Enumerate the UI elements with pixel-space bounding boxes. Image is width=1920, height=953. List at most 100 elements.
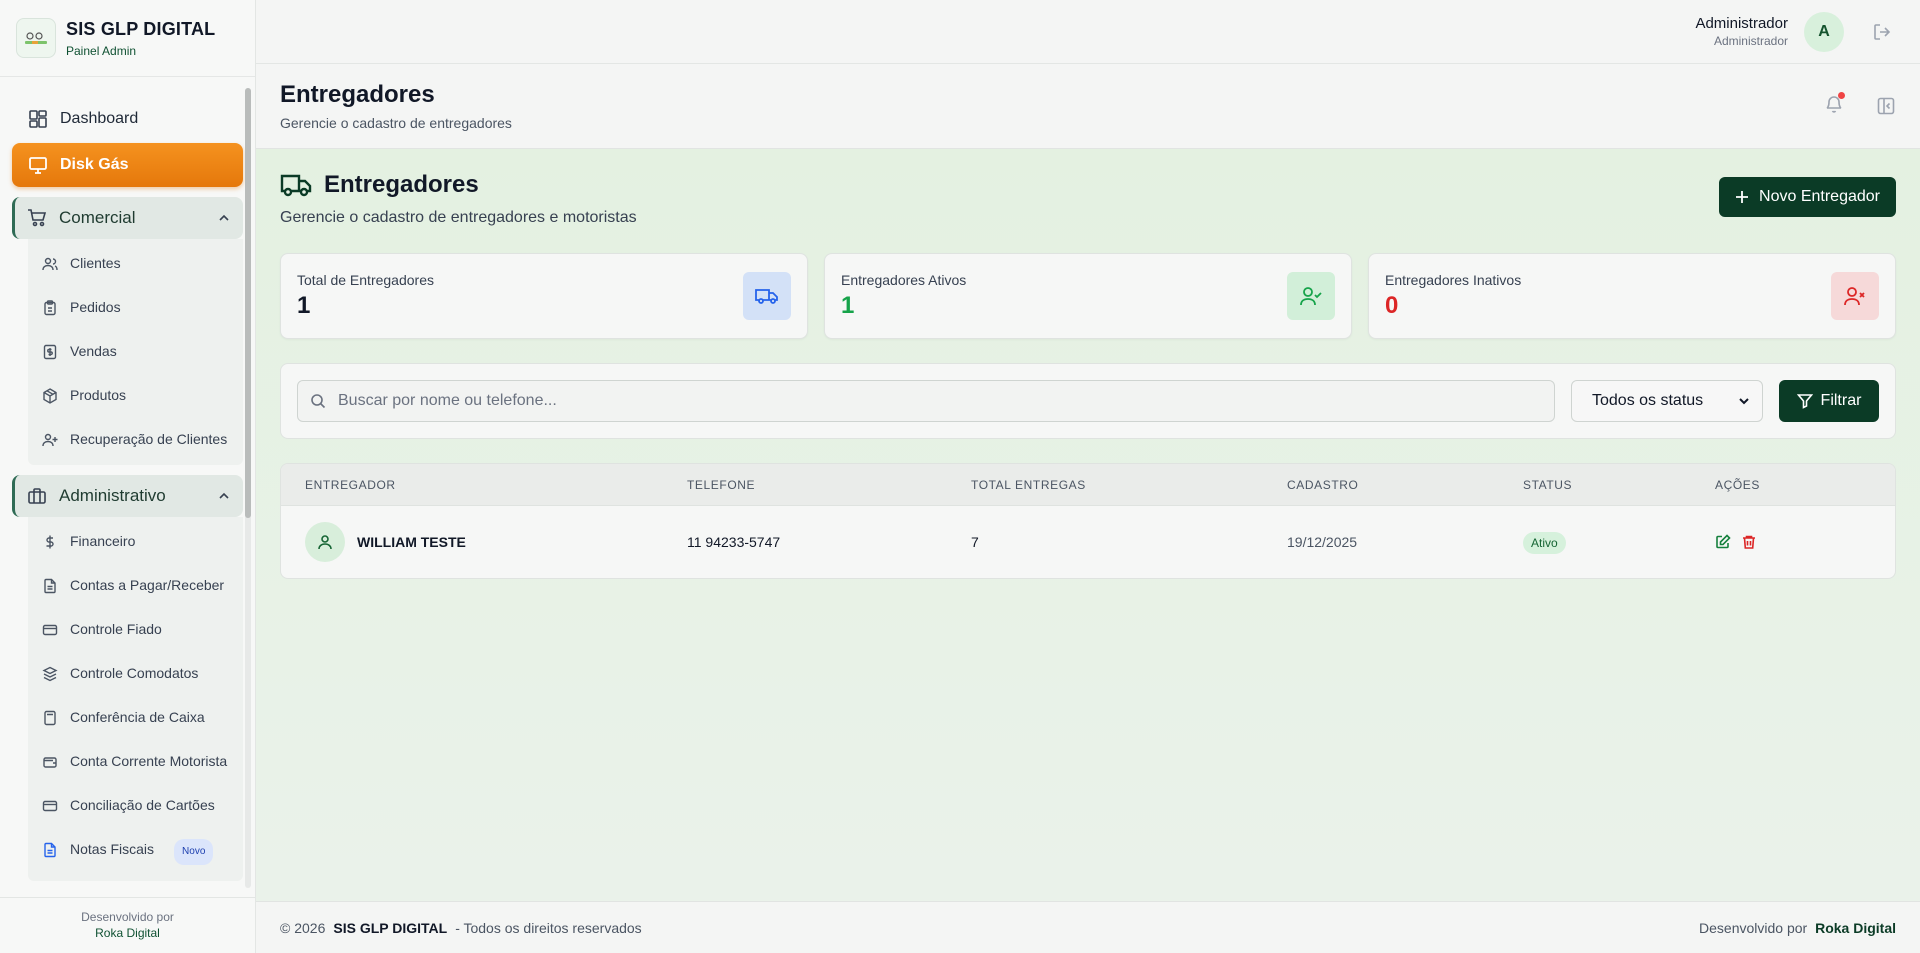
sidebar-group-administrativo[interactable]: Administrativo [12,475,243,517]
status-badge: Ativo [1523,532,1566,554]
sidebar-item-conta-corrente-motorista[interactable]: Conta Corrente Motorista [28,739,243,783]
user-plus-icon [42,433,58,447]
user-info: Administrador Administrador [1695,15,1788,48]
stat-label: Total de Entregadores [297,272,434,288]
brand[interactable]: SIS GLP DIGITAL Painel Admin [0,0,255,77]
entregador-date: 19/12/2025 [1287,534,1358,550]
filter-button[interactable]: Filtrar [1779,380,1879,422]
column-header[interactable]: ENTREGADOR [281,478,687,492]
brand-logo [16,18,56,58]
wallet-icon [43,757,57,768]
user-check-icon [1287,272,1335,320]
entregador-name: WILLIAM TESTE [357,534,466,550]
logout-icon[interactable] [1872,22,1892,42]
sidebar-item-label: Financeiro [70,533,136,549]
sidebar-item-recuperacao-clientes[interactable]: Recuperação de Clientes [28,417,243,461]
monitor-icon [29,157,47,174]
status-select[interactable]: Todos os status [1571,380,1763,422]
sidebar-item-financeiro[interactable]: Financeiro [28,519,243,563]
footer-dev-prefix: Desenvolvido por [1699,919,1808,936]
sidebar-item-label: Dashboard [60,110,139,127]
filter-button-label: Filtrar [1820,392,1862,409]
sidebar-item-label: Vendas [70,343,117,359]
sidebar: SIS GLP DIGITAL Painel Admin Dashboard D… [0,0,256,953]
sidebar-item-controle-fiado[interactable]: Controle Fiado [28,607,243,651]
sidebar-scrollbar[interactable] [245,88,251,888]
notification-dot [1838,91,1845,99]
stat-card-ativos: Entregadores Ativos 1 [824,253,1352,339]
sidebar-group-comercial[interactable]: Comercial [12,197,243,239]
footer-dev-link[interactable]: Roka Digital [1815,920,1896,936]
truck-icon [280,174,312,197]
sidebar-item-disk-gas[interactable]: Disk Gás [12,143,243,187]
brand-subtitle: Painel Admin [66,43,137,58]
credit-card-icon [42,624,58,636]
sidebar-item-conciliacao-cartoes[interactable]: Conciliação de Cartões [28,783,243,827]
stat-label: Entregadores Inativos [1385,272,1522,288]
new-entregador-label: Novo Entregador [1759,188,1880,205]
filters-bar: Todos os status Filtrar [280,363,1896,439]
stat-label: Entregadores Ativos [841,272,967,288]
section-subtitle: Gerencie o cadastro de entregadores e mo… [280,209,637,226]
new-badge: Novo [174,839,214,865]
chevron-down-icon [1739,398,1749,405]
sidebar-item-dashboard[interactable]: Dashboard [12,97,243,141]
plus-icon [1736,191,1749,203]
sidebar-item-label: Notas Fiscais [70,841,155,857]
package-icon [43,388,57,404]
sidebar-nav: Dashboard Disk Gás Comercial Clientes Pe… [0,77,255,897]
sidebar-item-pedidos[interactable]: Pedidos [28,285,243,329]
status-select-value: Todos os status [1592,392,1704,409]
trash-icon[interactable] [1741,534,1757,550]
sidebar-item-produtos[interactable]: Produtos [28,373,243,417]
sidebar-item-vendas[interactable]: Vendas [28,329,243,373]
stat-card-total: Total de Entregadores 1 [280,253,808,339]
stat-card-inativos: Entregadores Inativos 0 [1368,253,1896,339]
scrollbar-thumb[interactable] [245,88,251,518]
sidebar-item-contas-pagar-receber[interactable]: Contas a Pagar/Receber [28,563,243,607]
filter-icon [1796,394,1813,409]
sidebar-item-label: Controle Comodatos [70,665,199,681]
chevron-up-icon [219,492,229,499]
user-role: Administrador [1713,34,1788,48]
receipt-dollar-icon [43,344,57,360]
sidebar-item-notas-fiscais[interactable]: Notas Fiscais Novo [28,827,243,877]
sidebar-footer-link[interactable]: Roka Digital [0,926,255,940]
stat-value: 0 [1385,292,1399,319]
avatar[interactable]: A [1804,11,1844,52]
column-header[interactable]: STATUS [1523,478,1715,492]
new-entregador-button[interactable]: Novo Entregador [1719,177,1896,217]
column-header[interactable]: TOTAL ENTREGAS [971,478,1287,492]
file-text-icon [44,578,56,594]
user-x-icon [1831,272,1879,320]
column-header: AÇÕES [1715,477,1761,492]
search-box[interactable] [297,380,1555,422]
sidebar-item-conferencia-caixa[interactable]: Conferência de Caixa [28,695,243,739]
sidebar-item-clientes[interactable]: Clientes [28,241,243,285]
dollar-icon [46,535,54,549]
sidebar-submenu-administrativo: Financeiro Contas a Pagar/Receber Contro… [28,517,243,881]
notifications-button[interactable] [1824,91,1845,119]
entregadores-table: ENTREGADOR TELEFONE TOTAL ENTREGAS CADAS… [280,463,1896,579]
table-row[interactable]: WILLIAM TESTE 11 94233-5747 7 19/12/2025… [281,506,1895,578]
sidebar-footer: Desenvolvido por Roka Digital [0,897,255,953]
search-input[interactable] [338,392,1542,410]
stat-value: 1 [297,292,311,319]
user-name: Administrador [1695,15,1788,32]
credit-card-icon [42,800,58,812]
collapse-sidebar-icon[interactable] [1876,96,1896,116]
stats-row: Total de Entregadores 1 Entregadores Ati… [280,253,1896,339]
column-header[interactable]: TELEFONE [687,478,971,492]
sidebar-item-label: Conciliação de Cartões [70,797,215,813]
app-window: SIS GLP DIGITAL Painel Admin Dashboard D… [0,0,1920,953]
stat-value: 1 [841,292,855,319]
edit-icon[interactable] [1715,534,1731,550]
section-title: Entregadores [280,171,637,199]
chevron-up-icon [219,214,229,221]
footer-brand: SIS GLP DIGITAL [333,919,448,936]
page-title: Entregadores [280,81,435,108]
column-header[interactable]: CADASTRO [1287,478,1523,492]
sidebar-item-label: Conta Corrente Motorista [70,753,228,769]
sidebar-item-controle-comodatos[interactable]: Controle Comodatos [28,651,243,695]
footer-rights: - Todos os direitos reservados [455,919,642,936]
